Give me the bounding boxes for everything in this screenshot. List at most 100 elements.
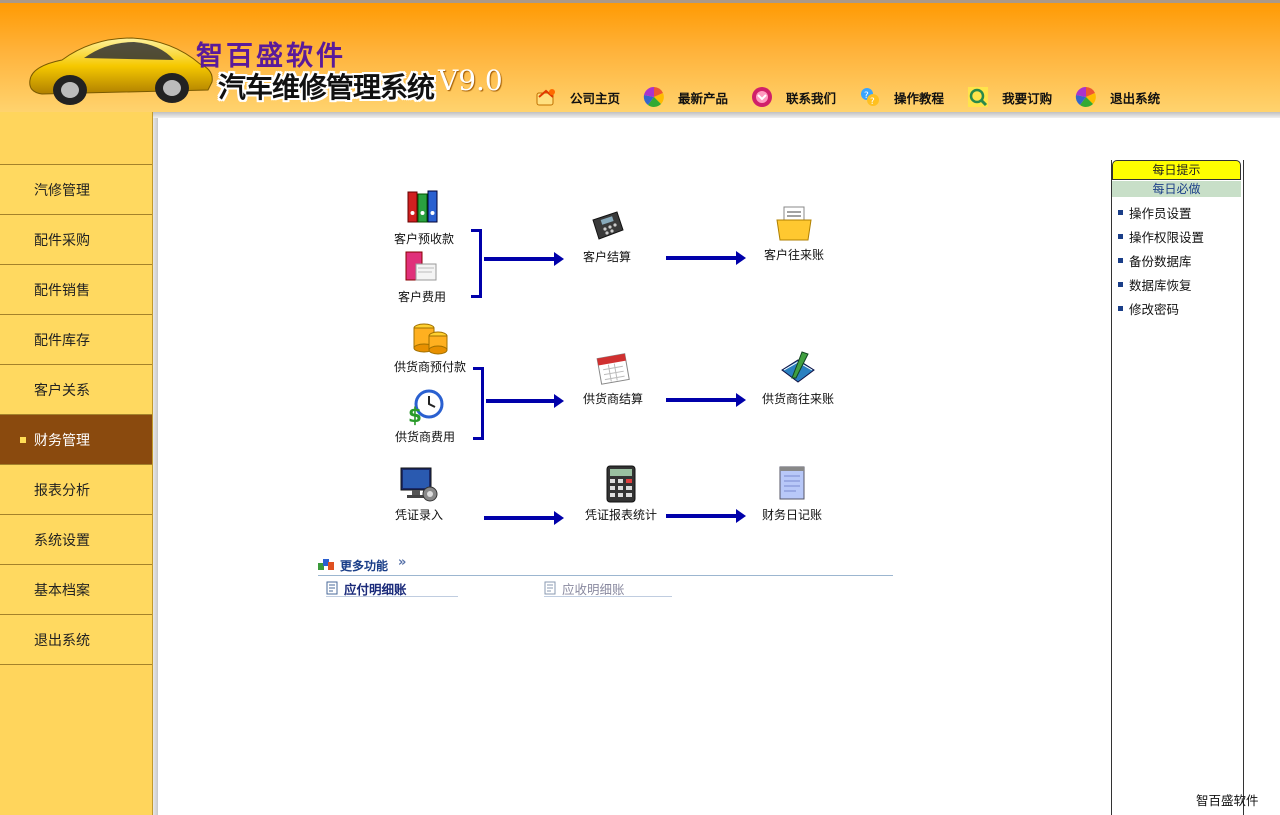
- daily-must-header: 每日必做: [1112, 181, 1241, 197]
- home-icon: [534, 85, 558, 109]
- pinwheel-icon: [642, 85, 666, 109]
- nav-exit[interactable]: 退出系统: [1074, 85, 1182, 109]
- header-top-border: [0, 0, 1280, 3]
- bullet-icon: [1118, 305, 1123, 311]
- coins-stack-icon: [413, 323, 448, 355]
- nav-products-label: 最新产品: [678, 90, 729, 106]
- sidebar-item-crm[interactable]: 客户关系: [0, 364, 152, 414]
- bullet-icon: [1118, 233, 1123, 239]
- nav-tutorial[interactable]: ?? 操作教程: [858, 85, 966, 109]
- list-item-label: 备份数据库: [1129, 253, 1192, 269]
- supplier-prepay-node[interactable]: 供货商预付款: [394, 316, 466, 375]
- flow-arrow: [484, 511, 564, 525]
- document-icon: [544, 581, 556, 595]
- sidebar-item-label: 配件采购: [34, 232, 90, 249]
- svg-text:?: ?: [870, 97, 875, 107]
- order-icon: [966, 85, 990, 109]
- node-label: 客户结算: [583, 250, 632, 264]
- sidebar-item-label: 财务管理: [34, 432, 90, 449]
- fee-folder-icon: [405, 251, 437, 281]
- quick-link-label: 应付明细账: [344, 581, 407, 597]
- time-money-icon: $: [408, 389, 444, 426]
- nav-exit-label: 退出系统: [1110, 90, 1161, 106]
- daily-tip-header: 每日提示: [1112, 160, 1241, 180]
- flow-bracket: [471, 229, 482, 298]
- nav-order[interactable]: 我要订购: [966, 85, 1074, 109]
- customer-fee-node[interactable]: 客户费用: [398, 246, 446, 305]
- sidebar-item-sales[interactable]: 配件销售: [0, 264, 152, 314]
- list-item-label: 数据库恢复: [1129, 277, 1192, 293]
- nav-products[interactable]: 最新产品: [642, 85, 750, 109]
- voucher-report-node[interactable]: 凭证报表统计: [585, 464, 657, 523]
- flow-arrow: [666, 251, 746, 265]
- product-title: 汽车维修管理系统: [218, 71, 435, 104]
- list-item-backup-db[interactable]: 备份数据库: [1112, 248, 1204, 272]
- computer-gear-icon: [400, 467, 438, 502]
- document-icon: [326, 581, 338, 595]
- list-item-restore-db[interactable]: 数据库恢复: [1112, 272, 1204, 296]
- list-item-label: 操作权限设置: [1129, 229, 1205, 245]
- nav-contact[interactable]: 联系我们: [750, 85, 858, 109]
- sidebar-item-archives[interactable]: 基本档案: [0, 564, 152, 614]
- finance-workspace: 客户预收款 客户费用 客户结算 客户往来账 供货商预付款 $ 供货商费用 供货商…: [158, 118, 1108, 815]
- list-item-change-password[interactable]: 修改密码: [1112, 296, 1204, 320]
- sidebar-item-label: 系统设置: [34, 532, 90, 549]
- nav-order-label: 我要订购: [1002, 90, 1053, 106]
- more-functions-label[interactable]: 更多功能: [340, 557, 388, 574]
- more-functions-bar: 更多功能 »: [318, 555, 893, 576]
- node-label: 供货商预付款: [394, 360, 467, 374]
- contact-icon: [750, 85, 774, 109]
- open-folder-icon: [776, 206, 812, 241]
- sidebar-item-settings[interactable]: 系统设置: [0, 514, 152, 564]
- flow-arrow: [666, 393, 746, 407]
- nav-home-label: 公司主页: [570, 90, 621, 106]
- footer-brand: 智百盛软件: [1196, 793, 1259, 808]
- active-bullet-icon: [20, 436, 26, 443]
- book-pen-icon: [781, 351, 815, 383]
- supplier-account-node[interactable]: 供货商往来账: [762, 348, 834, 407]
- sidebar-item-label: 报表分析: [34, 482, 90, 499]
- flow-arrow: [486, 394, 564, 408]
- sidebar-item-finance[interactable]: 财务管理: [0, 414, 152, 464]
- product-version: V9.0: [438, 64, 503, 97]
- voucher-entry-node[interactable]: 凭证录入: [395, 464, 443, 523]
- list-item-permission-settings[interactable]: 操作权限设置: [1112, 224, 1204, 248]
- car-logo-icon: [29, 37, 213, 105]
- svg-text:$: $: [408, 403, 422, 426]
- flow-arrow: [484, 252, 564, 266]
- sidebar-item-label: 配件销售: [34, 282, 90, 299]
- sidebar-header-space: [0, 112, 152, 164]
- nav-home[interactable]: 公司主页: [534, 85, 642, 109]
- sidebar-item-reports[interactable]: 报表分析: [0, 464, 152, 514]
- sidebar-item-label: 基本档案: [34, 582, 90, 599]
- bullet-icon: [1118, 281, 1123, 287]
- app-header: 智百盛软件 汽车维修管理系统 V9.0 公司主页 最新产品 联系我们 ?? 操作…: [0, 0, 1280, 112]
- double-chevron-icon[interactable]: »: [398, 555, 406, 570]
- top-navigation: 公司主页 最新产品 联系我们 ?? 操作教程 我要订购 退出系统: [534, 84, 1182, 110]
- payable-ledger-link[interactable]: 应付明细账: [326, 580, 458, 597]
- supplier-fee-node[interactable]: $ 供货商费用: [395, 386, 455, 445]
- customer-prepay-node[interactable]: 客户预收款: [394, 188, 454, 247]
- calculator-icon: [606, 465, 636, 503]
- bullet-icon: [1118, 209, 1123, 215]
- sidebar-item-purchase[interactable]: 配件采购: [0, 214, 152, 264]
- tutorial-icon: ??: [858, 85, 882, 109]
- pos-terminal-icon: [592, 211, 624, 240]
- customer-settle-node[interactable]: 客户结算: [583, 206, 631, 265]
- sidebar: 汽修管理 配件采购 配件销售 配件库存 客户关系 财务管理 报表分析 系统设置 …: [0, 112, 153, 815]
- node-label: 财务日记账: [762, 508, 823, 522]
- notepad-icon: [779, 466, 805, 500]
- receivable-ledger-link[interactable]: 应收明细账: [544, 580, 672, 597]
- customer-account-node[interactable]: 客户往来账: [764, 204, 824, 263]
- daily-tips-panel: 每日提示 每日必做 操作员设置 操作权限设置 备份数据库 数据库恢复 修改密码: [1111, 160, 1244, 815]
- sidebar-item-inventory[interactable]: 配件库存: [0, 314, 152, 364]
- sidebar-item-exit[interactable]: 退出系统: [0, 614, 152, 664]
- node-label: 供货商往来账: [762, 392, 835, 406]
- daily-journal-node[interactable]: 财务日记账: [762, 464, 822, 523]
- binders-icon: [407, 190, 438, 223]
- supplier-settle-node[interactable]: 供货商结算: [583, 348, 643, 407]
- sidebar-item-repair[interactable]: 汽修管理: [0, 164, 152, 214]
- list-item-operator-settings[interactable]: 操作员设置: [1112, 200, 1204, 224]
- node-label: 供货商结算: [583, 392, 644, 406]
- quick-link-label: 应收明细账: [562, 581, 625, 597]
